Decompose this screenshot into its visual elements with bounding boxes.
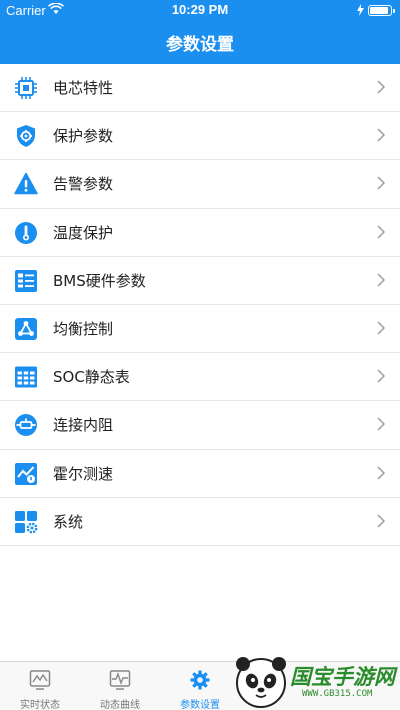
menu-item-soc-table[interactable]: SOC静态表 — [0, 353, 400, 402]
gear-icon — [190, 670, 210, 690]
tab-dynamic-curve[interactable]: 动态曲线 — [80, 662, 160, 710]
chevron-right-icon — [377, 321, 385, 335]
settings-menu: 电芯特性 保护参数 告警参数 温度保护 BMS硬件参数 均衡控制 SOC静态表 … — [0, 64, 400, 546]
warning-icon — [14, 173, 38, 195]
chevron-right-icon — [377, 225, 385, 239]
menu-item-label: 系统 — [53, 512, 84, 531]
charging-icon — [357, 4, 364, 16]
menu-item-label: SOC静态表 — [53, 368, 130, 387]
watermark-url: WWW.GB315.COM — [302, 689, 373, 699]
chip-icon — [15, 77, 37, 99]
menu-item-label: 告警参数 — [53, 175, 114, 194]
menu-item-label: 温度保护 — [53, 223, 114, 242]
resistor-icon — [15, 414, 37, 437]
table-icon — [15, 366, 37, 388]
chevron-right-icon — [377, 514, 385, 528]
menu-item-cell-characteristics[interactable]: 电芯特性 — [0, 64, 400, 113]
menu-item-alarm-params[interactable]: 告警参数 — [0, 160, 400, 209]
menu-item-label: 保护参数 — [53, 127, 114, 146]
status-bar: Carrier 10:29 PM — [0, 0, 400, 20]
menu-item-bms-hardware[interactable]: BMS硬件参数 — [0, 256, 400, 305]
chevron-right-icon — [377, 369, 385, 383]
chevron-right-icon — [377, 128, 385, 142]
menu-item-temperature-protection[interactable]: 温度保护 — [0, 208, 400, 257]
menu-item-label: 电芯特性 — [53, 79, 114, 97]
menu-item-label: 均衡控制 — [53, 319, 114, 338]
menu-item-hall-speed[interactable]: 霍尔测速 — [0, 449, 400, 498]
menu-item-protection-params[interactable]: 保护参数 — [0, 112, 400, 161]
tab-parameter-settings[interactable]: 参数设置 — [160, 662, 240, 710]
menu-item-balance-control[interactable]: 均衡控制 — [0, 304, 400, 354]
tab-label: 动态曲线 — [100, 700, 140, 710]
clock: 10:29 PM — [171, 2, 229, 17]
menu-item-label: 霍尔测速 — [53, 464, 114, 483]
hardware-list-icon — [15, 269, 37, 292]
menu-item-system[interactable]: 系统 — [0, 497, 400, 546]
page-title: 参数设置 — [166, 35, 234, 55]
curve-monitor-icon — [109, 670, 131, 690]
watermark-logo: 国宝手游网 WWW.GB315.COM — [230, 651, 400, 710]
tab-label: 实时状态 — [20, 700, 60, 710]
menu-item-label: 连接内阻 — [53, 416, 114, 435]
speed-chart-icon — [15, 462, 37, 485]
chevron-right-icon — [377, 417, 385, 431]
chevron-right-icon — [377, 176, 385, 190]
system-grid-icon — [15, 510, 38, 534]
tab-realtime-status[interactable]: 实时状态 — [0, 662, 80, 710]
battery-icon — [368, 5, 395, 16]
shield-gear-icon — [17, 125, 35, 148]
balance-nodes-icon — [15, 317, 37, 340]
chevron-right-icon — [377, 465, 385, 480]
menu-item-connection-resistance[interactable]: 连接内阻 — [0, 401, 400, 450]
watermark-text: 国宝手游网 — [290, 665, 395, 689]
battery-level — [370, 7, 388, 14]
menu-item-label: BMS硬件参数 — [53, 271, 146, 290]
chevron-right-icon — [377, 273, 385, 287]
tab-label: 参数设置 — [180, 700, 220, 710]
thermometer-icon — [15, 221, 37, 244]
realtime-monitor-icon — [29, 670, 51, 690]
panda-logo-icon — [236, 657, 286, 708]
chevron-right-icon — [377, 80, 385, 94]
app-header: Carrier 10:29 PM 参数设置 — [0, 0, 400, 64]
